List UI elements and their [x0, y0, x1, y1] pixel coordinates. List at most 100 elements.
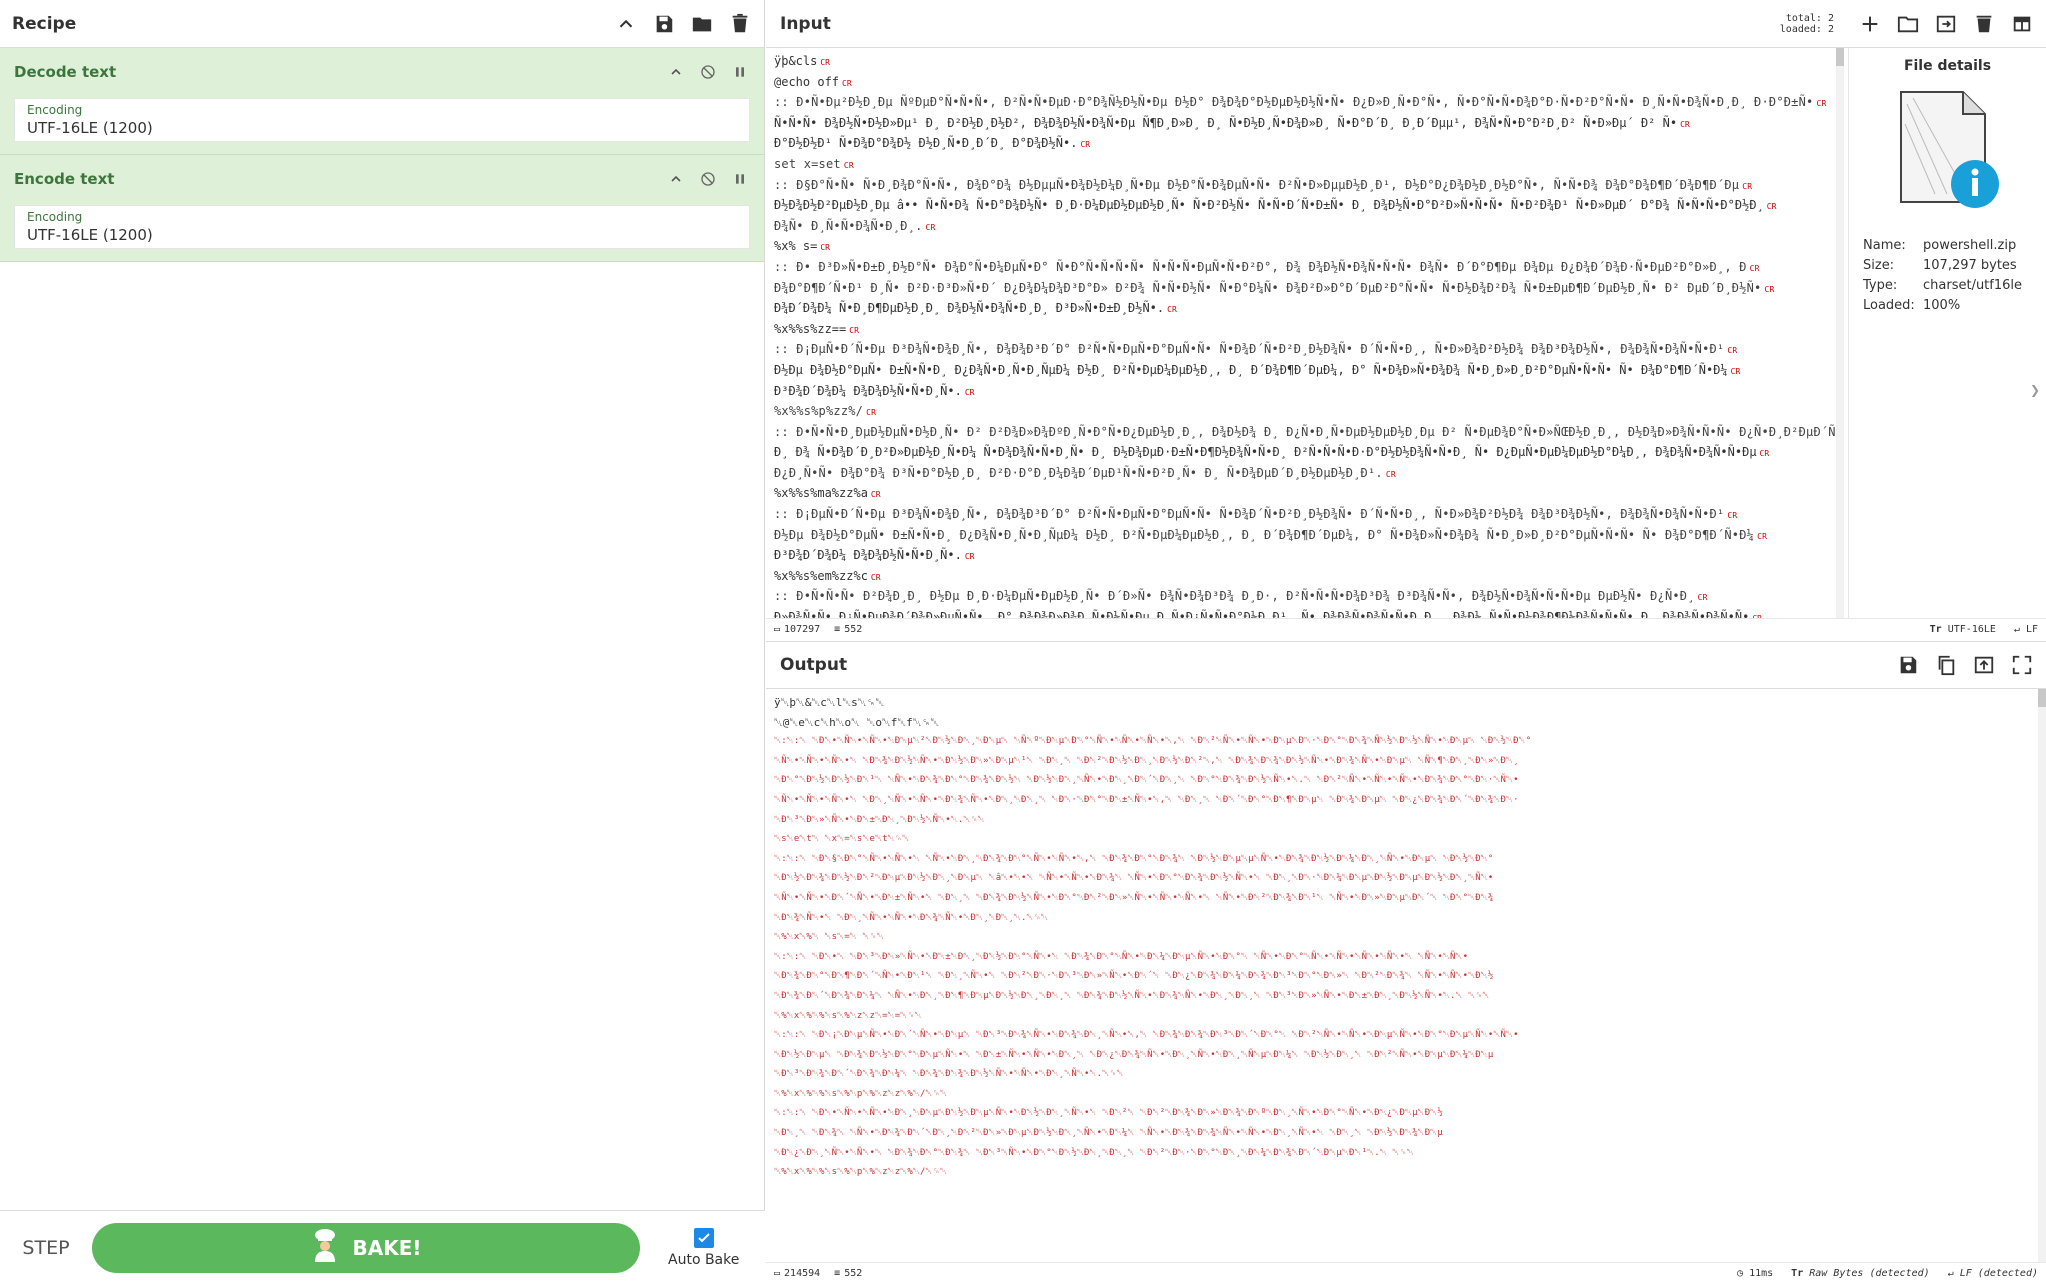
open-file-icon[interactable] [1934, 12, 1958, 36]
input-line: Ð°Ð½Ð½Ð¹ Ñ•Ð¾Ð°Ð¾Ð½ Ð½Ð¸Ñ•Ð¸Ð´Ð¸ Ð°Ð¾Ð½Ñ… [774, 136, 1091, 151]
input-encoding[interactable]: Tr UTF-16LE [1930, 624, 1996, 635]
length-icon: ▭ [774, 624, 781, 635]
input-line: Ð³Ð¾Ð´Ð¾Ð¼ Ð¾Ð¾Ð½Ñ•Ñ•Ð¸Ñ•. CR [774, 548, 975, 563]
length-icon: ▭ [774, 1268, 781, 1279]
input-title: Input [780, 13, 831, 34]
output-line: ␀:␀:␀ ␀Ð␀¡␀Ð␀µ␀Ñ␀•␀Ð␀´␀Ñ␀•␀Ð␀µ␀ ␀Ð␀³␀Ð␀¾… [774, 1030, 1519, 1041]
encoding-select[interactable]: Encoding UTF-16LE (1200) [14, 205, 750, 249]
output-line: ␀%␀x␀%␀%␀s␀%␀p␀%␀z␀z␀%␀/␀␍␀ [774, 1088, 948, 1099]
bake-time: ◷ 11ms [1737, 1268, 1774, 1279]
input-line: Ð¿Ð¸Ñ•Ñ• Ð¾Ð°Ð¾ Ð³Ñ•Ð°Ð½Ð¸Ð¸ Ð²Ð·Ð°Ð¸Ð¼Ð… [774, 465, 1396, 480]
open-folder-icon[interactable] [1896, 12, 1920, 36]
output-line: ÿ␀þ␀&␀c␀l␀s␀␍␀ [774, 696, 885, 709]
input-line: %x%%s%p%zz%/CR [774, 404, 877, 419]
output-length: 214594 [784, 1268, 821, 1279]
input-status-bar: ▭ 107297 ≡ 552 Tr UTF-16LE ↵ LF [766, 618, 2046, 640]
save-icon[interactable] [652, 12, 676, 36]
input-line: ÿþ&cls CR [774, 54, 830, 68]
output-line: ␀%␀x␀%␀%␀s␀%␀z␀z␀=␀=␀␍␀ [774, 1010, 922, 1021]
file-details-panel: File details Name: powershell.zip Size: 10… [1848, 48, 2046, 618]
output-header: Output [766, 641, 2046, 689]
input-line: %x% s= CR [774, 239, 830, 254]
output-line-count: 552 [844, 1268, 863, 1279]
loaded-label: loaded: [1779, 23, 1822, 35]
input-pane: Input total: 2 loaded: 2 ÿþ&cls CR @echo o… [766, 0, 2046, 640]
pause-icon[interactable] [730, 169, 750, 189]
input-line: Ð¾Ñ• Ð¸Ñ•Ñ•Ð¾Ñ•Ð¸Ð¸. CR [774, 218, 936, 233]
input-line: Ð½Ðµ Ð¾Ð½Ð°ÐµÑ• Ð±Ñ•Ñ•Ð¸ Ð¿Ð¾Ñ•Ð¸Ñ•Ð¸ÑµÐ… [774, 527, 1768, 542]
chevron-up-icon[interactable] [666, 169, 686, 189]
maximize-icon[interactable] [2010, 653, 2034, 677]
input-line: Ð¸ Ð¾ Ñ•Ð¾Ð´Ð¸Ð²Ð»ÐµÐ½Ð¸Ñ•Ð¼ Ñ•Ð¾Ð¾Ñ•Ñ•Ð… [774, 445, 1770, 460]
input-line: Ð¾Ð´Ð¾Ð¼ Ñ•Ð¸Ð¶ÐµÐ½Ð¸Ð¸ Ð¾Ð½Ñ•Ð¾Ñ•Ð¸Ð¸ Ð… [774, 301, 1177, 316]
output-line: ␀@␀e␀c␀h␀o␀ ␀o␀f␀f␀␍␀ [774, 715, 940, 729]
add-icon[interactable] [1858, 12, 1882, 36]
input-line: Ð¾Ð°Ð¶Ð´Ñ•Ð¹ Ð¸Ñ• Ð²Ð·Ð³Ð»Ñ•Ð´ Ð¿Ð¾Ð¼Ð¾Ð… [774, 280, 1775, 295]
trash-icon[interactable] [728, 12, 752, 36]
output-line: ␀Ð␀³␀Ð␀¾␀Ð␀´␀Ð␀¾␀Ð␀¼␀ ␀Ð␀¾␀Ð␀¾␀Ð␀½␀Ñ␀•␀Ñ… [774, 1069, 1124, 1080]
disable-icon[interactable] [698, 62, 718, 82]
operation-encode-text[interactable]: Encode text Encoding UTF-16LE (1200) [0, 155, 764, 262]
input-scrollbar[interactable] [1836, 48, 1844, 618]
input-length: 107297 [784, 624, 821, 635]
input-line: set x=set CR [774, 156, 854, 171]
output-line: ␀Ñ␀•␀Ñ␀•␀Ñ␀•␀ ␀Ð␀¸␀Ñ␀•␀Ñ␀•␀Ð␀¾␀Ñ␀•␀Ð␀¸␀Ð… [774, 794, 1519, 805]
collapse-handle-icon[interactable]: ❯ [2030, 383, 2040, 397]
copy-icon[interactable] [1934, 653, 1958, 677]
operation-title: Encode text [14, 170, 115, 188]
chevron-up-icon[interactable] [614, 12, 638, 36]
output-title: Output [780, 655, 848, 675]
pause-icon[interactable] [730, 62, 750, 82]
input-line: %x%%s%zz== CR [774, 321, 859, 336]
output-charset[interactable]: Tr Raw Bytes (detected) [1791, 1268, 1930, 1279]
input-line: %x%%s%em%zz%c CR [774, 568, 881, 583]
recipe-pane: Recipe Decode text Encoding UTF-16LE (12… [0, 0, 765, 1284]
output-line: ␀%␀x␀%␀%␀s␀%␀p␀%␀z␀z␀%␀/␀␍␀ [774, 1167, 948, 1178]
input-eol[interactable]: ↵ LF [2014, 624, 2038, 635]
bake-button[interactable]: BAKE! [92, 1222, 640, 1273]
replace-input-icon[interactable] [1972, 653, 1996, 677]
output-scrollbar[interactable] [2038, 689, 2046, 1262]
output-line: ␀Ð␀¾␀Ñ␀•␀ ␀Ð␀¸␀Ñ␀•␀Ñ␀•␀Ð␀¾␀Ñ␀•␀Ð␀¸␀Ð␀¸␀.… [774, 912, 1048, 923]
bake-label: BAKE! [352, 1235, 422, 1260]
output-line: ␀%␀x␀%␀ ␀s␀=␀ ␀␍␀ [774, 932, 884, 943]
output-line: ␀Ð␀¾␀Ð␀´␀Ð␀¾␀Ð␀¼␀ ␀Ñ␀•␀Ð␀¸␀Ð␀¶␀Ð␀µ␀Ð␀½␀Ð… [774, 990, 1490, 1001]
input-line: :: Ð¡ÐµÑ•Ð´Ñ•Ðµ Ð³Ð¾Ñ•Ð¾Ð¸Ñ•, Ð¾Ð¾Ð³Ð´Ð°… [774, 342, 1738, 357]
output-line: ␀Ð␀°␀Ð␀½␀Ð␀½␀Ð␀¹␀ ␀Ñ␀•␀Ð␀¾␀Ð␀°␀Ð␀¾␀Ð␀½␀ … [774, 775, 1519, 786]
output-textarea[interactable]: ÿ␀þ␀&␀c␀l␀s␀␍␀ ␀@␀e␀c␀h␀o␀ ␀o␀f␀f␀␍␀ ␀:␀:␀… [766, 689, 2036, 1262]
output-eol[interactable]: ↵ LF (detected) [1948, 1268, 2038, 1279]
trash-icon[interactable] [1972, 12, 1996, 36]
operation-decode-text[interactable]: Decode text Encoding UTF-16LE (1200) [0, 48, 764, 155]
encoding-label: Encoding [27, 103, 83, 117]
output-status-bar: ▭ 214594 ≡ 552 ◷ 11ms Tr Raw Bytes (dete… [766, 1262, 2046, 1284]
layout-icon[interactable] [2010, 12, 2034, 36]
input-line: Ð½Ð¾Ð½Ð²ÐµÐ½Ð¸Ðµ â•• Ñ•Ñ•Ð¾ Ñ•Ð°Ð¾Ð½Ñ• Ð… [774, 198, 1777, 213]
input-line: @echo off CR [774, 74, 852, 89]
file-details-title: File details [1903, 58, 1992, 74]
operation-title: Decode text [14, 63, 117, 81]
output-pane: Output ÿ␀þ␀&␀c␀l␀s␀␍␀ ␀@␀e␀c␀h␀o␀ ␀o␀f␀f␀… [766, 641, 2046, 1284]
save-icon[interactable] [1896, 653, 1920, 677]
chef-icon [310, 1228, 340, 1267]
input-textarea[interactable]: ÿþ&cls CR @echo off CR:: Ð•Ñ•Ðµ²Ð½Ð¸Ðµ ÑºÐµ… [766, 48, 1846, 618]
input-line: %x%%s%ma%zz%a CR [774, 486, 881, 501]
encoding-select[interactable]: Encoding UTF-16LE (1200) [14, 98, 750, 142]
step-button[interactable]: STEP [0, 1237, 92, 1259]
lines-icon: ≡ [834, 624, 841, 635]
input-line-count: 552 [844, 624, 863, 635]
encoding-label: Encoding [27, 210, 83, 224]
output-line: ␀Ð␀¸␀ ␀Ð␀¾␀ ␀Ñ␀•␀Ð␀¾␀Ð␀´␀Ð␀¸␀Ð␀²␀Ð␀»␀Ð␀µ… [774, 1128, 1443, 1139]
encoding-value: UTF-16LE (1200) [27, 226, 153, 244]
input-line: Ñ•Ñ•Ñ• Ð¾Ð½Ñ•Ð½Ð»Ðµ¹ Ð¸ Ð²Ð½Ð¸Ð½Ð², Ð¾Ð¾… [774, 115, 1690, 130]
detail-row-loaded: Loaded: 100% [1863, 298, 1961, 313]
chevron-up-icon[interactable] [666, 62, 686, 82]
autobake-toggle[interactable]: Auto Bake [668, 1227, 739, 1268]
disable-icon[interactable] [698, 169, 718, 189]
bake-controls: STEP BAKE! Auto Bake [0, 1210, 765, 1284]
output-line: ␀:␀:␀ ␀Ð␀•␀Ñ␀•␀Ñ␀•␀Ð␀¸␀Ð␀µ␀Ð␀½␀Ð␀µ␀Ñ␀•␀Ð… [774, 1108, 1443, 1119]
input-header: Input total: 2 loaded: 2 [766, 0, 2046, 48]
detail-row-size: Size: 107,297 bytes [1863, 258, 2017, 273]
output-line: ␀Ð␀½␀Ð␀µ␀ ␀Ð␀¾␀Ð␀½␀Ð␀°␀Ð␀µ␀Ñ␀•␀ ␀Ð␀±␀Ñ␀•… [774, 1049, 1494, 1060]
checkbox-checked-icon[interactable] [693, 1227, 714, 1248]
folder-icon[interactable] [690, 12, 714, 36]
